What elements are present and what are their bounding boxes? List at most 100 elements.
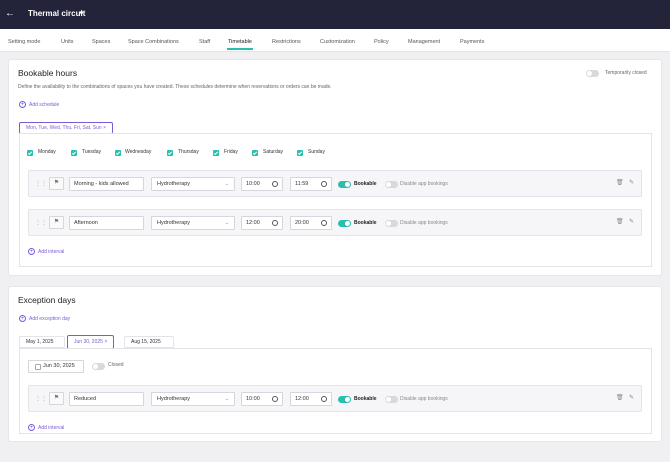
drag-handle-icon[interactable]: ⋮⋮ — [35, 180, 47, 188]
interval-row: ⋮⋮ ⚑ Reduced Hydrotherapy ⌄ 10:00 12:00 B… — [28, 385, 642, 412]
trash-icon[interactable]: 🗑 — [616, 218, 624, 226]
bookable-toggle[interactable] — [338, 396, 351, 403]
drag-handle-icon[interactable]: ⋮⋮ — [35, 395, 47, 403]
tab-spaces[interactable]: Spaces — [92, 39, 110, 46]
start-time-value: 10:00 — [246, 181, 260, 187]
day-label-friday: Friday — [224, 149, 238, 155]
add-interval-button[interactable]: + Add interval — [28, 248, 64, 256]
bookable-label: Bookable — [354, 396, 377, 402]
flag-icon[interactable]: ⚑ — [49, 392, 64, 405]
nav-tabs: Setting mode Units Spaces Space Combinat… — [0, 29, 670, 52]
checkbox-saturday[interactable] — [252, 150, 258, 156]
tab-units[interactable]: Units — [61, 39, 74, 46]
service-select[interactable]: Hydrotherapy ⌄ — [151, 177, 235, 191]
add-interval-label: Add interval — [38, 248, 65, 255]
end-time-input[interactable]: 12:00 — [290, 392, 332, 406]
clock-icon — [272, 396, 278, 402]
clock-icon — [321, 181, 327, 187]
schedule-chip-label: Mon, Tue, Wed, Thu, Fri, Sat, Sun — [26, 125, 102, 131]
tab-payments[interactable]: Payments — [460, 39, 484, 46]
tab-customization[interactable]: Customization — [320, 39, 355, 46]
exception-date-label: Jun 30, 2025 — [74, 339, 103, 345]
end-time-value: 11:59 — [295, 181, 309, 187]
service-select-value: Hydrotherapy — [157, 396, 191, 402]
plus-circle-icon: + — [28, 424, 35, 431]
start-time-input[interactable]: 12:00 — [241, 216, 283, 230]
plus-circle-icon: + — [19, 101, 26, 108]
add-exception-day-button[interactable]: + Add exception day — [19, 315, 70, 323]
flag-icon[interactable]: ⚑ — [49, 177, 64, 190]
day-label-wednesday: Wednesday — [125, 149, 152, 155]
tab-management[interactable]: Management — [408, 39, 440, 46]
checkbox-monday[interactable] — [27, 150, 33, 156]
page-title: Thermal circuit — [28, 9, 86, 18]
bookable-label: Bookable — [354, 220, 377, 226]
interval-name-input[interactable]: Reduced — [69, 392, 144, 406]
close-icon[interactable]: × — [103, 125, 106, 131]
exception-date-chip[interactable]: May 1, 2025 — [19, 336, 65, 348]
tab-timetable[interactable]: Timetable — [227, 39, 253, 50]
plus-circle-icon: + — [19, 315, 26, 322]
temporarily-closed-label: Temporarily closed — [605, 70, 647, 76]
bookable-toggle[interactable] — [338, 181, 351, 188]
add-schedule-label: Add schedule — [29, 101, 60, 108]
checkbox-friday[interactable] — [213, 150, 219, 156]
status-dot-icon — [80, 11, 83, 14]
tab-space-combinations[interactable]: Space Combinations — [128, 39, 179, 46]
flag-icon[interactable]: ⚑ — [49, 216, 64, 229]
disable-app-bookings-toggle[interactable] — [385, 220, 398, 227]
trash-icon[interactable]: 🗑 — [616, 179, 624, 187]
tab-staff[interactable]: Staff — [199, 39, 210, 46]
end-time-value: 20:00 — [295, 220, 309, 226]
start-time-value: 10:00 — [246, 396, 260, 402]
start-time-input[interactable]: 10:00 — [241, 177, 283, 191]
exception-date-value: Jun 30, 2025 — [43, 363, 75, 369]
disable-app-bookings-label: Disable app bookings — [400, 396, 448, 402]
bookable-hours-description: Define the availability to the combinati… — [18, 84, 332, 90]
checkbox-tuesday[interactable] — [71, 150, 77, 156]
bookable-hours-title: Bookable hours — [18, 68, 78, 78]
closed-toggle[interactable] — [92, 363, 105, 370]
start-time-input[interactable]: 10:00 — [241, 392, 283, 406]
clock-icon — [321, 396, 327, 402]
exception-date-chip[interactable]: Aug 15, 2025 — [124, 336, 174, 348]
drag-handle-icon[interactable]: ⋮⋮ — [35, 219, 47, 227]
closed-label: Closed — [108, 362, 124, 368]
close-icon[interactable]: × — [104, 339, 107, 345]
chevron-down-icon: ⌄ — [224, 220, 229, 226]
day-label-thursday: Thursday — [178, 149, 199, 155]
tab-setting-mode[interactable]: Setting mode — [8, 39, 40, 46]
tab-policy[interactable]: Policy — [374, 39, 389, 46]
edit-icon[interactable]: ✎ — [629, 218, 634, 226]
checkbox-sunday[interactable] — [297, 150, 303, 156]
chevron-down-icon: ⌄ — [224, 396, 229, 402]
service-select-value: Hydrotherapy — [157, 181, 191, 187]
checkbox-wednesday[interactable] — [115, 150, 121, 156]
edit-icon[interactable]: ✎ — [629, 394, 634, 402]
disable-app-bookings-toggle[interactable] — [385, 396, 398, 403]
bookable-toggle[interactable] — [338, 220, 351, 227]
end-time-input[interactable]: 11:59 — [290, 177, 332, 191]
add-interval-button[interactable]: + Add interval — [28, 424, 64, 432]
checkbox-thursday[interactable] — [167, 150, 173, 156]
service-select[interactable]: Hydrotherapy ⌄ — [151, 392, 235, 406]
temporarily-closed-toggle[interactable] — [586, 70, 599, 77]
interval-name-input[interactable]: Morning - kids allowed — [69, 177, 144, 191]
top-bar: ← Thermal circuit — [0, 0, 670, 29]
bookable-label: Bookable — [354, 181, 377, 187]
exception-date-chip-selected[interactable]: Jun 30, 2025 × — [67, 335, 115, 349]
tab-restrictions[interactable]: Restrictions — [272, 39, 301, 46]
service-select[interactable]: Hydrotherapy ⌄ — [151, 216, 235, 230]
start-time-value: 12:00 — [246, 220, 260, 226]
disable-app-bookings-toggle[interactable] — [385, 181, 398, 188]
trash-icon[interactable]: 🗑 — [616, 394, 624, 402]
add-schedule-button[interactable]: + Add schedule — [19, 101, 59, 109]
add-exception-day-label: Add exception day — [29, 315, 71, 322]
interval-name-input[interactable]: Afternoon — [69, 216, 144, 230]
end-time-input[interactable]: 20:00 — [290, 216, 332, 230]
interval-row: ⋮⋮ ⚑ Afternoon Hydrotherapy ⌄ 12:00 20:00… — [28, 209, 642, 236]
edit-icon[interactable]: ✎ — [629, 179, 634, 187]
exception-date-field[interactable]: Jun 30, 2025 — [28, 360, 84, 373]
back-arrow-icon[interactable]: ← — [5, 8, 15, 20]
day-label-tuesday: Tuesday — [82, 149, 101, 155]
